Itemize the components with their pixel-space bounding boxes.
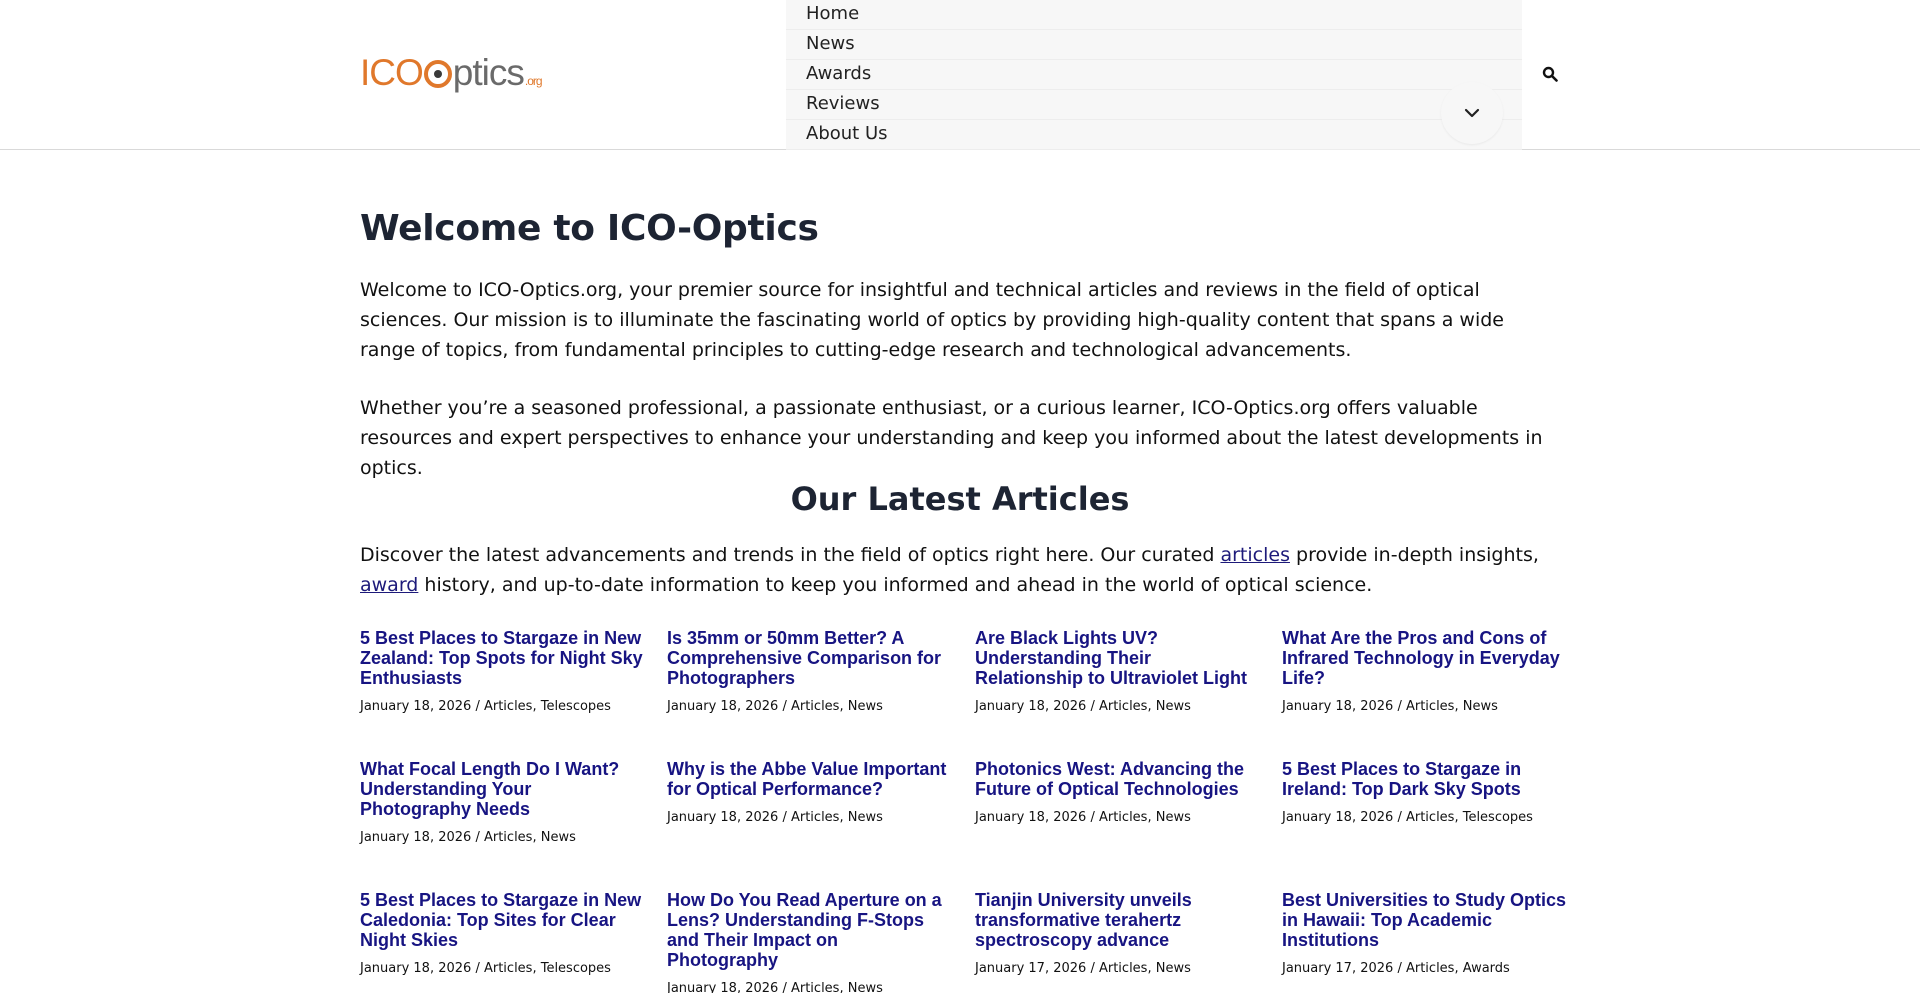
article-card: 5 Best Places to Stargaze in New Caledon… <box>360 890 645 977</box>
nav-home[interactable]: Home <box>786 0 1522 30</box>
article-date: January 18, 2026 <box>360 699 472 714</box>
primary-nav: Home News Awards Reviews About Us <box>786 0 1522 150</box>
article-meta: January 18, 2026 / Articles, News <box>360 830 576 845</box>
article-category-link[interactable]: Articles <box>484 699 532 714</box>
article-card: 5 Best Places to Stargaze in New Zealand… <box>360 628 645 715</box>
article-date: January 17, 2026 <box>1282 961 1394 976</box>
article-category-link[interactable]: Articles <box>1406 699 1454 714</box>
logo-ico: ICO <box>360 51 424 93</box>
latest-articles-heading: Our Latest Articles <box>790 480 1130 518</box>
site-header: ICO ptics .org Home News Awards Reviews … <box>0 0 1920 150</box>
article-card: 5 Best Places to Stargaze in Ireland: To… <box>1282 759 1567 826</box>
article-meta: January 17, 2026 / Articles, Awards <box>1282 961 1510 976</box>
article-category-link[interactable]: Articles <box>484 961 532 976</box>
article-category-link[interactable]: Articles <box>1099 699 1147 714</box>
article-category-link[interactable]: Articles <box>484 830 532 845</box>
article-meta: January 18, 2026 / Articles, News <box>667 981 952 993</box>
nav-news[interactable]: News <box>786 30 1522 60</box>
intro-paragraph: Welcome to ICO-Optics.org, your premier … <box>360 279 1504 361</box>
article-card: Why is the Abbe Value Important for Opti… <box>667 759 952 826</box>
article-category-link[interactable]: Articles <box>1406 961 1454 976</box>
article-title-link[interactable]: How Do You Read Aperture on a Lens? Unde… <box>667 890 952 970</box>
article-meta: January 18, 2026 / Articles, News <box>975 699 1191 714</box>
article-card: Are Black Lights UV? Understanding Their… <box>975 628 1260 715</box>
logo-optics: ptics <box>452 51 525 93</box>
article-date: January 18, 2026 <box>975 699 1087 714</box>
article-date: January 17, 2026 <box>975 961 1087 976</box>
latest-intro-text: provide in-depth insights, <box>1289 544 1539 566</box>
article-category-link[interactable]: Articles <box>791 699 839 714</box>
article-category-link[interactable]: Articles <box>1099 961 1147 976</box>
article-category-link[interactable]: Articles <box>1406 810 1454 825</box>
article-date: January 18, 2026 <box>667 810 779 825</box>
nav-submenu-toggle[interactable] <box>1441 82 1503 144</box>
article-category-link[interactable]: News <box>1156 699 1191 714</box>
article-title-link[interactable]: 5 Best Places to Stargaze in Ireland: To… <box>1282 759 1567 799</box>
article-date: January 18, 2026 <box>360 830 472 845</box>
article-card: Tianjin University unveils transformativ… <box>975 890 1260 977</box>
page-title: Welcome to ICO-Optics <box>360 208 819 249</box>
article-date: January 18, 2026 <box>667 981 779 993</box>
site-logo[interactable]: ICO ptics .org <box>360 51 543 93</box>
latest-intro-text: history, and up-to-date information to k… <box>418 574 1373 596</box>
nav-awards[interactable]: Awards <box>786 60 1522 90</box>
logo-eye-icon <box>423 59 452 88</box>
nav-about-us[interactable]: About Us <box>786 120 1522 150</box>
article-card: Photonics West: Advancing the Future of … <box>975 759 1260 826</box>
article-category-link[interactable]: Telescopes <box>541 961 611 976</box>
article-meta: January 17, 2026 / Articles, News <box>975 961 1191 976</box>
article-title-link[interactable]: Photonics West: Advancing the Future of … <box>975 759 1260 799</box>
article-card: How Do You Read Aperture on a Lens? Unde… <box>667 890 952 993</box>
article-category-link[interactable]: News <box>1156 810 1191 825</box>
article-category-link[interactable]: Articles <box>1099 810 1147 825</box>
article-title-link[interactable]: Is 35mm or 50mm Better? A Comprehensive … <box>667 628 952 688</box>
article-category-link[interactable]: Awards <box>1463 961 1510 976</box>
search-icon <box>1542 66 1558 82</box>
article-date: January 18, 2026 <box>1282 699 1394 714</box>
articles-link[interactable]: articles <box>1220 544 1290 566</box>
article-title-link[interactable]: Are Black Lights UV? Understanding Their… <box>975 628 1260 688</box>
article-date: January 18, 2026 <box>975 810 1087 825</box>
award-link[interactable]: award <box>360 574 418 596</box>
search-button[interactable] <box>1540 64 1560 84</box>
article-category-link[interactable]: Articles <box>791 810 839 825</box>
article-category-link[interactable]: News <box>1463 699 1498 714</box>
article-category-link[interactable]: Articles <box>791 981 839 993</box>
article-meta: January 18, 2026 / Articles, News <box>975 810 1191 825</box>
article-card: What Focal Length Do I Want? Understandi… <box>360 759 645 846</box>
article-category-link[interactable]: News <box>1156 961 1191 976</box>
article-card: Best Universities to Study Optics in Haw… <box>1282 890 1567 977</box>
article-meta: January 18, 2026 / Articles, News <box>667 699 883 714</box>
article-category-link[interactable]: Telescopes <box>1463 810 1533 825</box>
logo-wordmark: ICO ptics .org <box>360 51 543 93</box>
article-title-link[interactable]: What Focal Length Do I Want? Understandi… <box>360 759 645 819</box>
article-title-link[interactable]: Best Universities to Study Optics in Haw… <box>1282 890 1567 950</box>
article-date: January 18, 2026 <box>667 699 779 714</box>
article-meta: January 18, 2026 / Articles, News <box>1282 699 1498 714</box>
article-title-link[interactable]: 5 Best Places to Stargaze in New Zealand… <box>360 628 645 688</box>
article-card: Is 35mm or 50mm Better? A Comprehensive … <box>667 628 952 715</box>
article-meta: January 18, 2026 / Articles, Telescopes <box>1282 810 1533 825</box>
latest-intro-paragraph: Discover the latest advancements and tre… <box>360 540 1560 600</box>
article-date: January 18, 2026 <box>360 961 472 976</box>
article-card: What Are the Pros and Cons of Infrared T… <box>1282 628 1567 715</box>
article-title-link[interactable]: 5 Best Places to Stargaze in New Caledon… <box>360 890 645 950</box>
article-category-link[interactable]: News <box>848 699 883 714</box>
chevron-down-icon <box>1464 108 1480 118</box>
article-meta: January 18, 2026 / Articles, Telescopes <box>360 961 611 976</box>
intro-paragraph-2: Whether you’re a seasoned professional, … <box>360 397 1543 479</box>
latest-intro-text: Discover the latest advancements and tre… <box>360 544 1221 566</box>
article-date: January 18, 2026 <box>1282 810 1394 825</box>
article-meta: January 18, 2026 / Articles, Telescopes <box>360 699 611 714</box>
article-title-link[interactable]: Why is the Abbe Value Important for Opti… <box>667 759 952 799</box>
article-title-link[interactable]: Tianjin University unveils transformativ… <box>975 890 1260 950</box>
article-category-link[interactable]: News <box>848 981 883 993</box>
article-title-link[interactable]: What Are the Pros and Cons of Infrared T… <box>1282 628 1567 688</box>
nav-reviews[interactable]: Reviews <box>786 90 1522 120</box>
logo-org: .org <box>524 73 543 88</box>
article-category-link[interactable]: News <box>541 830 576 845</box>
article-meta: January 18, 2026 / Articles, News <box>667 810 883 825</box>
article-category-link[interactable]: News <box>848 810 883 825</box>
article-category-link[interactable]: Telescopes <box>541 699 611 714</box>
